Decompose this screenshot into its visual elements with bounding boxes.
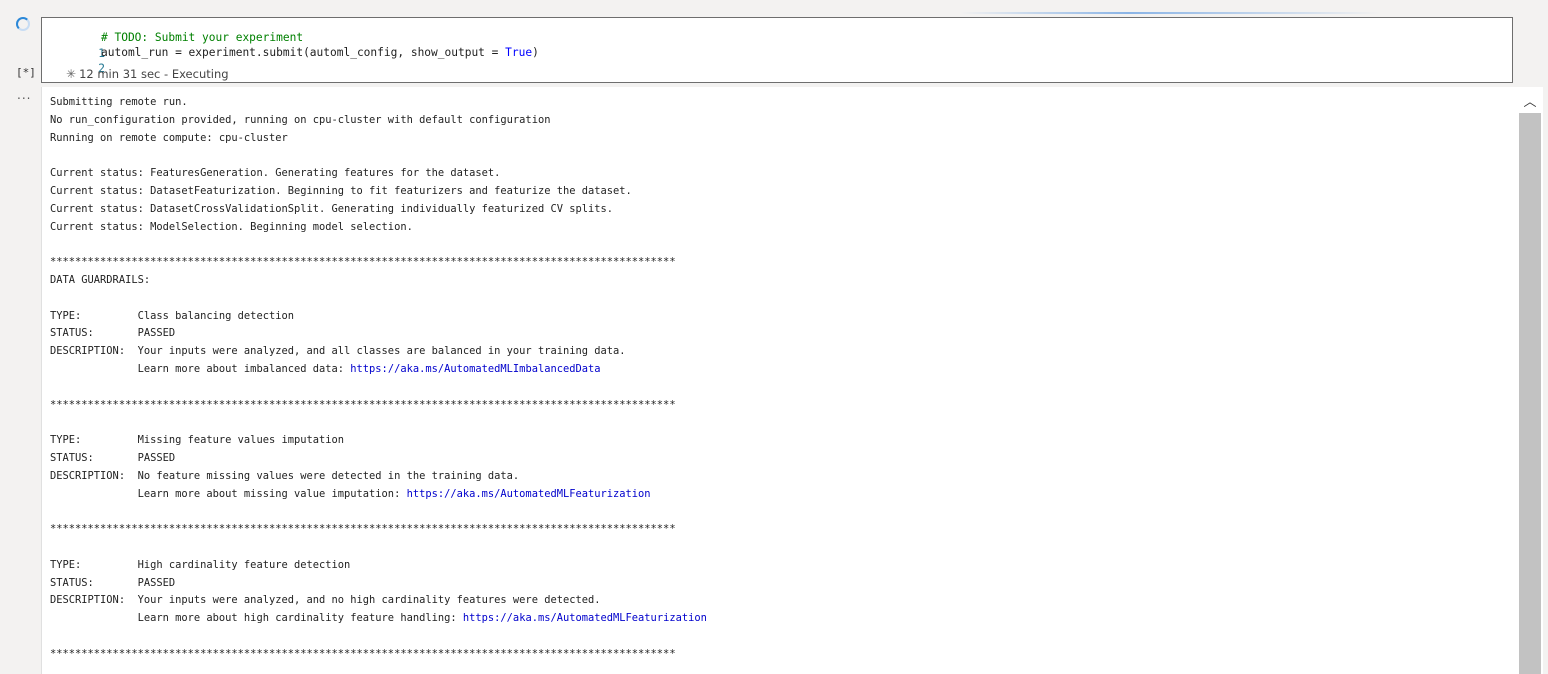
- output-line-text: DESCRIPTION: Your inputs were analyzed, …: [50, 594, 601, 607]
- code-cell-editor[interactable]: 1 # TODO: Submit your experiment 2 autom…: [41, 17, 1513, 83]
- execution-status-text: 12 min 31 sec - Executing: [79, 67, 229, 81]
- output-line-text: Learn more about missing value imputatio…: [50, 487, 407, 500]
- output-line-text: Learn more about imbalanced data:: [50, 362, 351, 375]
- output-line-text: STATUS: PASSED: [50, 327, 176, 340]
- code-statement: automl_run = experiment.submit(automl_co…: [101, 45, 539, 61]
- output-line-text: Current status: DatasetFeaturization. Be…: [50, 184, 632, 197]
- output-line: Learn more about high cardinality featur…: [42, 610, 1518, 628]
- cell-running-spinner-icon[interactable]: [16, 17, 30, 31]
- code-text-segment: automl_run = experiment.submit(automl_co…: [101, 46, 506, 59]
- output-line: STATUS: PASSED: [42, 450, 1518, 468]
- output-line: DESCRIPTION: Your inputs were analyzed, …: [42, 343, 1518, 361]
- output-line-text: No run_configuration provided, running o…: [50, 113, 551, 126]
- output-line-text: Submitting remote run.: [50, 96, 188, 108]
- output-link[interactable]: https://aka.ms/AutomatedMLFeaturization: [407, 488, 651, 500]
- execution-status: ✳ 12 min 31 sec - Executing: [66, 66, 229, 82]
- code-line[interactable]: 1 # TODO: Submit your experiment: [42, 30, 303, 60]
- output-line: Current status: DatasetFeaturization. Be…: [42, 183, 1518, 201]
- output-line: STATUS: PASSED: [42, 325, 1518, 343]
- output-line: Running on remote compute: cpu-cluster: [42, 130, 1518, 148]
- output-text-block: Submitting remote run. No run_configurati…: [42, 87, 1518, 664]
- cell-output-area[interactable]: Submitting remote run. No run_configurati…: [41, 87, 1518, 674]
- output-line: DESCRIPTION: Your inputs were analyzed, …: [42, 592, 1518, 610]
- output-line: TYPE: Missing feature values imputation: [42, 432, 1518, 450]
- output-line-text: Running on remote compute: cpu-cluster: [50, 131, 288, 144]
- output-line-text: DESCRIPTION: Your inputs were analyzed, …: [50, 345, 626, 358]
- output-line: ****************************************…: [42, 397, 1518, 415]
- output-line-text: ****************************************…: [50, 256, 676, 269]
- code-keyword: True: [505, 46, 533, 59]
- output-line: DATA GUARDRAILS:: [42, 272, 1518, 290]
- cell-more-actions-button[interactable]: ...: [17, 88, 31, 102]
- output-line: DESCRIPTION: No feature missing values w…: [42, 468, 1518, 486]
- output-line-text: ****************************************…: [50, 647, 676, 660]
- output-line: No run_configuration provided, running o…: [42, 112, 1518, 130]
- output-link[interactable]: https://aka.ms/AutomatedMLImbalancedData: [350, 363, 600, 375]
- code-line[interactable]: 2 automl_run = experiment.submit(automl_…: [42, 45, 539, 75]
- output-line: Current status: ModelSelection. Beginnin…: [42, 219, 1518, 237]
- output-line-text: STATUS: PASSED: [50, 451, 176, 464]
- output-line: STATUS: PASSED: [42, 575, 1518, 593]
- output-line-text: Current status: ModelSelection. Beginnin…: [50, 220, 413, 233]
- output-line-text: ****************************************…: [50, 523, 676, 536]
- code-comment: # TODO: Submit your experiment: [101, 31, 304, 44]
- toolbar-progress-accent: [960, 12, 1380, 14]
- chevron-up-icon[interactable]: ︿: [1517, 87, 1543, 113]
- output-line-text: Current status: DatasetCrossValidationSp…: [50, 202, 614, 215]
- running-asterisk-icon: ✳: [66, 67, 77, 81]
- output-line: Learn more about imbalanced data: https:…: [42, 361, 1518, 379]
- output-scrollbar[interactable]: ︿: [1517, 87, 1543, 674]
- output-line: ****************************************…: [42, 646, 1518, 664]
- execution-count: [*]: [16, 66, 36, 79]
- output-line: ****************************************…: [42, 254, 1518, 272]
- output-line-text: STATUS: PASSED: [50, 576, 176, 589]
- output-line-text: DATA GUARDRAILS:: [50, 273, 157, 286]
- code-text-segment: ): [532, 46, 539, 59]
- output-line: TYPE: Class balancing detection: [42, 308, 1518, 326]
- output-line-text: TYPE: Class balancing detection: [50, 309, 294, 322]
- output-line-text: TYPE: High cardinality feature detection: [50, 558, 351, 571]
- output-line-text: DESCRIPTION: No feature missing values w…: [50, 469, 520, 482]
- output-link[interactable]: https://aka.ms/AutomatedMLFeaturization: [463, 612, 707, 624]
- output-line: Current status: DatasetCrossValidationSp…: [42, 201, 1518, 219]
- output-line-text: TYPE: Missing feature values imputation: [50, 434, 345, 447]
- output-line: Submitting remote run.: [42, 94, 1518, 112]
- output-line-text: ****************************************…: [50, 398, 676, 411]
- output-line: ****************************************…: [42, 521, 1518, 539]
- output-line: TYPE: High cardinality feature detection: [42, 557, 1518, 575]
- output-line-text: Learn more about high cardinality featur…: [50, 612, 463, 625]
- output-line: Learn more about missing value imputatio…: [42, 486, 1518, 504]
- scrollbar-thumb[interactable]: [1519, 113, 1541, 674]
- output-line-text: Current status: FeaturesGeneration. Gene…: [50, 167, 501, 180]
- output-line: Current status: FeaturesGeneration. Gene…: [42, 165, 1518, 183]
